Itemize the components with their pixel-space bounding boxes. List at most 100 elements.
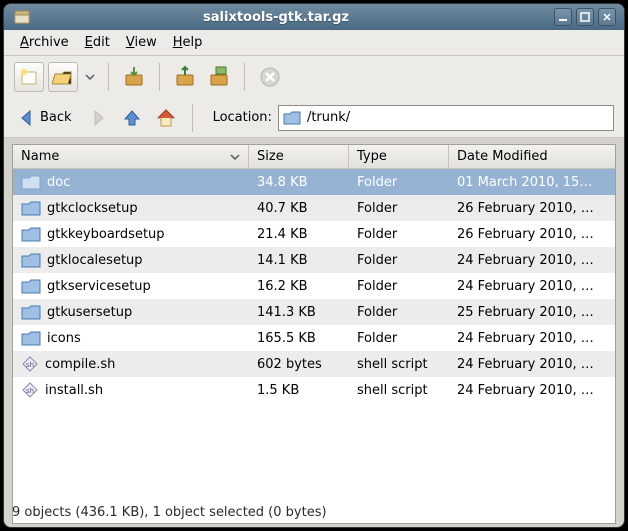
open-dropdown[interactable]: [82, 72, 98, 82]
back-label: Back: [40, 110, 72, 125]
file-type: Folder: [349, 331, 449, 346]
folder-icon: [21, 304, 41, 320]
file-date: 24 February 2010, …: [449, 383, 615, 398]
folder-icon: [21, 278, 41, 294]
svg-text:sh: sh: [26, 387, 34, 395]
file-size: 14.1 KB: [249, 253, 349, 268]
file-date: 24 February 2010, …: [449, 357, 615, 372]
file-type: Folder: [349, 279, 449, 294]
close-button[interactable]: [598, 8, 616, 26]
file-size: 1.5 KB: [249, 383, 349, 398]
file-name: gtkservicesetup: [47, 279, 151, 294]
back-button[interactable]: Back: [14, 105, 78, 131]
column-headers: Name Size Type Date Modified: [13, 145, 615, 169]
file-type: Folder: [349, 227, 449, 242]
column-size[interactable]: Size: [249, 145, 349, 168]
open-archive-button[interactable]: [48, 62, 78, 92]
script-icon: sh: [21, 381, 39, 399]
file-pane: Name Size Type Date Modified doc34.8 KBF…: [12, 144, 616, 524]
file-date: 26 February 2010, …: [449, 227, 615, 242]
folder-icon: [21, 226, 41, 242]
archive-app-icon: [12, 7, 32, 27]
location-bar: Back Location: /trunk/: [4, 98, 624, 138]
file-date: 24 February 2010, …: [449, 253, 615, 268]
toolbar: [4, 56, 624, 98]
location-label: Location:: [213, 110, 272, 125]
file-size: 141.3 KB: [249, 305, 349, 320]
extract-button[interactable]: [119, 62, 149, 92]
table-row[interactable]: gtklocalesetup 14.1 KBFolder24 February 2…: [13, 247, 615, 273]
window-frame: salixtools-gtk.tar.gz Archive Edit View …: [4, 4, 624, 527]
file-type: Folder: [349, 253, 449, 268]
table-row[interactable]: gtkusersetup 141.3 KBFolder25 February 20…: [13, 299, 615, 325]
file-name: doc: [47, 175, 70, 190]
menu-help[interactable]: Help: [165, 32, 211, 53]
table-row[interactable]: sh compile.sh 602 bytesshell script24 Febr…: [13, 351, 615, 377]
folder-icon: [21, 174, 41, 190]
table-row[interactable]: icons 165.5 KBFolder24 February 2010, …: [13, 325, 615, 351]
location-path: /trunk/: [307, 110, 350, 125]
titlebar[interactable]: salixtools-gtk.tar.gz: [4, 4, 624, 30]
svg-text:sh: sh: [26, 361, 34, 369]
home-button[interactable]: [152, 104, 180, 132]
location-field[interactable]: /trunk/: [278, 105, 614, 131]
file-size: 21.4 KB: [249, 227, 349, 242]
forward-button[interactable]: [84, 104, 112, 132]
file-size: 40.7 KB: [249, 201, 349, 216]
add-files-button[interactable]: [170, 62, 200, 92]
file-name: gtkkeyboardsetup: [47, 227, 165, 242]
up-button[interactable]: [118, 104, 146, 132]
file-type: Folder: [349, 201, 449, 216]
folder-icon: [21, 330, 41, 346]
menu-view[interactable]: View: [118, 32, 165, 53]
file-name: gtkusersetup: [47, 305, 132, 320]
file-size: 165.5 KB: [249, 331, 349, 346]
maximize-button[interactable]: [576, 8, 594, 26]
file-date: 24 February 2010, …: [449, 279, 615, 294]
statusbar: 9 objects (436.1 KB), 1 object selected …: [12, 501, 616, 523]
sort-indicator-icon: [230, 152, 240, 162]
separator: [159, 63, 160, 91]
add-folder-button[interactable]: [204, 62, 234, 92]
file-date: 24 February 2010, …: [449, 331, 615, 346]
script-icon: sh: [21, 355, 39, 373]
file-date: 25 February 2010, …: [449, 305, 615, 320]
file-name: icons: [47, 331, 81, 346]
file-name: gtkclocksetup: [47, 201, 138, 216]
table-row[interactable]: gtkclocksetup 40.7 KBFolder26 February 20…: [13, 195, 615, 221]
column-name[interactable]: Name: [13, 145, 249, 168]
file-date: 26 February 2010, …: [449, 201, 615, 216]
table-row[interactable]: gtkkeyboardsetup 21.4 KBFolder26 February…: [13, 221, 615, 247]
column-date[interactable]: Date Modified: [449, 145, 615, 168]
window-controls: [554, 8, 616, 26]
file-name: compile.sh: [45, 357, 115, 372]
file-name: gtklocalesetup: [47, 253, 143, 268]
status-text: 9 objects (436.1 KB), 1 object selected …: [12, 505, 327, 520]
menu-archive[interactable]: Archive: [12, 32, 77, 53]
separator: [192, 104, 193, 132]
table-row[interactable]: sh install.sh 1.5 KBshell script24 Februar…: [13, 377, 615, 403]
column-type[interactable]: Type: [349, 145, 449, 168]
file-type: shell script: [349, 383, 449, 398]
file-date: 01 March 2010, 15…: [449, 175, 615, 190]
table-row[interactable]: doc 34.8 KBFolder01 March 2010, 15…: [13, 169, 615, 195]
folder-icon: [283, 111, 301, 125]
menubar: Archive Edit View Help: [4, 30, 624, 56]
file-rows: doc34.8 KBFolder01 March 2010, 15…gtkclo…: [13, 169, 615, 403]
file-type: Folder: [349, 305, 449, 320]
separator: [244, 63, 245, 91]
folder-icon: [21, 200, 41, 216]
new-archive-button[interactable]: [14, 62, 44, 92]
file-size: 34.8 KB: [249, 175, 349, 190]
stop-button[interactable]: [255, 62, 285, 92]
file-name: install.sh: [45, 383, 103, 398]
file-type: shell script: [349, 357, 449, 372]
separator: [108, 63, 109, 91]
table-row[interactable]: gtkservicesetup 16.2 KBFolder24 February …: [13, 273, 615, 299]
file-type: Folder: [349, 175, 449, 190]
minimize-button[interactable]: [554, 8, 572, 26]
window-title: salixtools-gtk.tar.gz: [38, 10, 554, 25]
file-size: 16.2 KB: [249, 279, 349, 294]
menu-edit[interactable]: Edit: [77, 32, 118, 53]
file-size: 602 bytes: [249, 357, 349, 372]
